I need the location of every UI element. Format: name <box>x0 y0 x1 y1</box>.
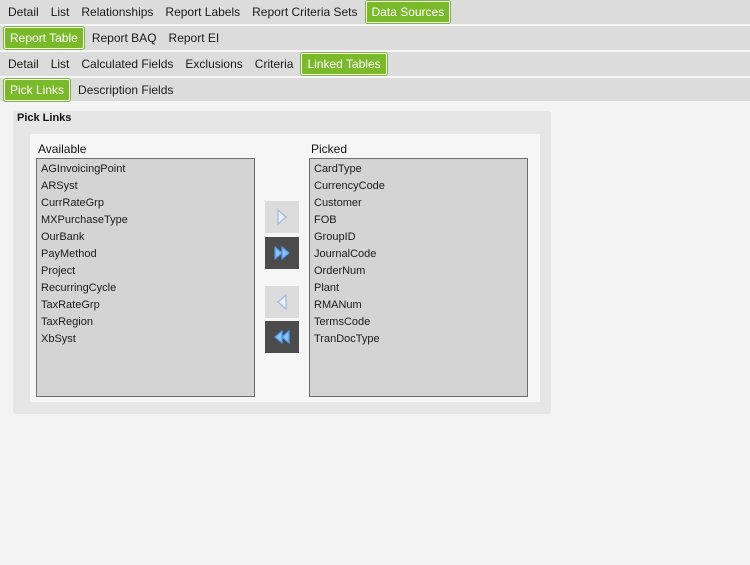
tab-sub-criteria[interactable]: Criteria <box>250 53 299 75</box>
list-item[interactable]: FOB <box>310 212 527 229</box>
tab-bar-linked-tables: Pick Links Description Fields <box>0 78 750 103</box>
tab-links-description-fields[interactable]: Description Fields <box>73 79 178 101</box>
list-item[interactable]: TermsCode <box>310 314 527 331</box>
list-item[interactable]: Project <box>37 263 254 280</box>
list-item[interactable]: TaxRateGrp <box>37 297 254 314</box>
tab-sub-detail[interactable]: Detail <box>3 53 44 75</box>
list-item[interactable]: GroupID <box>310 229 527 246</box>
list-item[interactable]: XbSyst <box>37 331 254 348</box>
list-item[interactable]: RMANum <box>310 297 527 314</box>
list-item[interactable]: OrderNum <box>310 263 527 280</box>
move-all-left-button[interactable] <box>265 321 299 353</box>
arrow-right-icon <box>277 208 287 226</box>
list-item[interactable]: AGInvoicingPoint <box>37 161 254 178</box>
tab-bar-data-sources: Report Table Report BAQ Report EI <box>0 26 750 52</box>
tab-sub-exclusions[interactable]: Exclusions <box>180 53 247 75</box>
pick-links-panel: Pick Links Available AGInvoicingPoint ARS… <box>13 111 551 414</box>
move-right-button[interactable] <box>265 201 299 233</box>
list-item[interactable]: TranDocType <box>310 331 527 348</box>
tab-relationships[interactable]: Relationships <box>76 1 158 23</box>
double-arrow-right-icon <box>274 245 290 261</box>
tab-report-labels[interactable]: Report Labels <box>160 1 245 23</box>
available-listbox[interactable]: AGInvoicingPoint ARSyst CurrRateGrp MXPurch… <box>36 158 255 397</box>
list-item[interactable]: PayMethod <box>37 246 254 263</box>
list-item[interactable]: CardType <box>310 161 527 178</box>
list-item[interactable]: ARSyst <box>37 178 254 195</box>
move-left-button[interactable] <box>265 286 299 318</box>
list-item[interactable]: CurrencyCode <box>310 178 527 195</box>
tab-links-pick-links[interactable]: Pick Links <box>4 78 71 101</box>
pick-links-content: Available AGInvoicingPoint ARSyst CurrRate… <box>30 134 540 402</box>
list-item[interactable]: Plant <box>310 280 527 297</box>
list-item[interactable]: Customer <box>310 195 527 212</box>
tab-sub-linked-tables[interactable]: Linked Tables <box>301 53 387 75</box>
tab-detail[interactable]: Detail <box>3 1 44 23</box>
list-item[interactable]: MXPurchaseType <box>37 212 254 229</box>
list-item[interactable]: TaxRegion <box>37 314 254 331</box>
move-all-right-button[interactable] <box>265 237 299 269</box>
list-item[interactable]: JournalCode <box>310 246 527 263</box>
tab-bar-report-table: Detail List Calculated Fields Exclusions Cri… <box>0 52 750 78</box>
panel-title: Pick Links <box>17 112 72 124</box>
picked-label: Picked <box>311 142 348 156</box>
tab-report-ei[interactable]: Report EI <box>164 27 225 49</box>
double-arrow-left-icon <box>274 329 290 345</box>
list-item[interactable]: RecurringCycle <box>37 280 254 297</box>
tab-sub-calculated-fields[interactable]: Calculated Fields <box>76 53 178 75</box>
tab-data-sources[interactable]: Data Sources <box>365 1 451 23</box>
tab-list[interactable]: List <box>46 1 75 23</box>
tab-bar-main: Detail List Relationships Report Labels Repo… <box>0 0 750 26</box>
arrow-left-icon <box>277 293 287 311</box>
list-item[interactable]: OurBank <box>37 229 254 246</box>
tab-report-criteria-sets[interactable]: Report Criteria Sets <box>247 1 362 23</box>
tab-sub-list[interactable]: List <box>46 53 75 75</box>
tab-report-baq[interactable]: Report BAQ <box>87 27 162 49</box>
picked-listbox[interactable]: CardType CurrencyCode Customer FOB GroupID Jo… <box>309 158 528 397</box>
available-label: Available <box>38 142 87 156</box>
list-item[interactable]: CurrRateGrp <box>37 195 254 212</box>
tab-report-table[interactable]: Report Table <box>4 27 84 49</box>
